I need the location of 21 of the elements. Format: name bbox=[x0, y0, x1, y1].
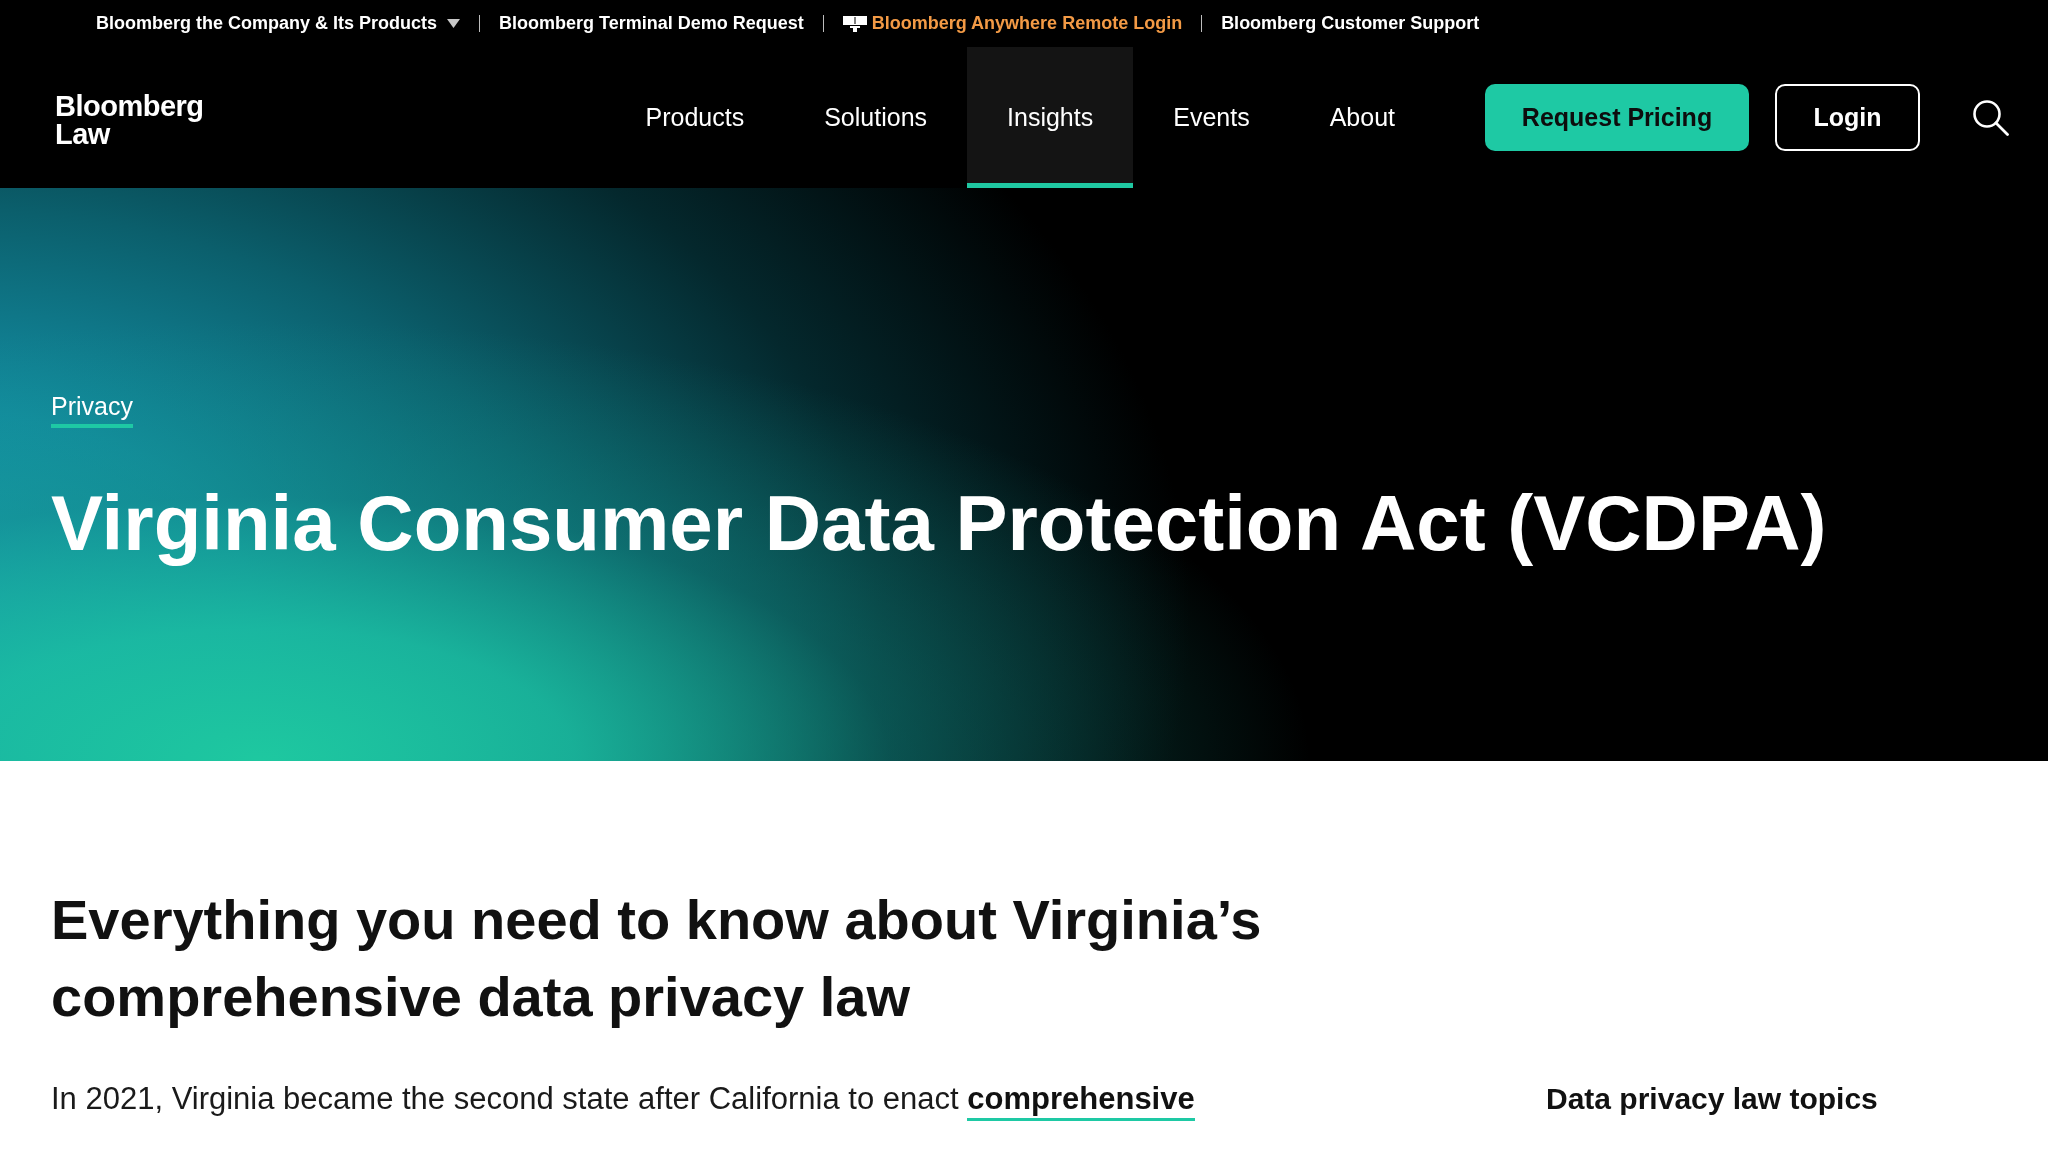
nav-tab[interactable]: Products bbox=[605, 47, 785, 188]
nav-tab[interactable]: Insights bbox=[967, 47, 1134, 188]
utility-link[interactable]: Bloomberg Terminal Demo Request bbox=[499, 13, 804, 34]
nav-tab[interactable]: Events bbox=[1133, 47, 1290, 188]
utility-link[interactable]: Bloomberg Anywhere Remote Login bbox=[842, 13, 1183, 34]
search-icon[interactable] bbox=[1972, 99, 2009, 136]
text-link[interactable]: comprehensive bbox=[967, 1081, 1195, 1121]
logo[interactable]: Bloomberg Law bbox=[55, 91, 204, 148]
nav-tab[interactable]: Solutions bbox=[784, 47, 968, 188]
sidebar-heading: Data privacy law topics bbox=[1546, 1081, 1879, 1117]
intro-paragraph: In 2021, Virginia became the second state after California to enact comprehensive bbox=[51, 1075, 1546, 1123]
category-link[interactable]: Privacy bbox=[51, 390, 133, 428]
page-title: Virginia Consumer Data Protection Act (VCDPA) bbox=[51, 478, 1827, 568]
login-button[interactable]: Login bbox=[1775, 84, 1920, 151]
nav-tab[interactable]: About bbox=[1289, 47, 1435, 188]
request-pricing-button[interactable]: Request Pricing bbox=[1485, 84, 1749, 151]
monitor-icon bbox=[842, 15, 867, 32]
utility-link[interactable]: Bloomberg the Company & Its Products bbox=[96, 13, 461, 34]
article-heading: Everything you need to know about Virginia’s comprehensive data privacy law bbox=[51, 887, 1263, 1030]
utility-link[interactable]: Bloomberg Customer Support bbox=[1221, 13, 1480, 34]
caret-icon bbox=[447, 19, 461, 28]
